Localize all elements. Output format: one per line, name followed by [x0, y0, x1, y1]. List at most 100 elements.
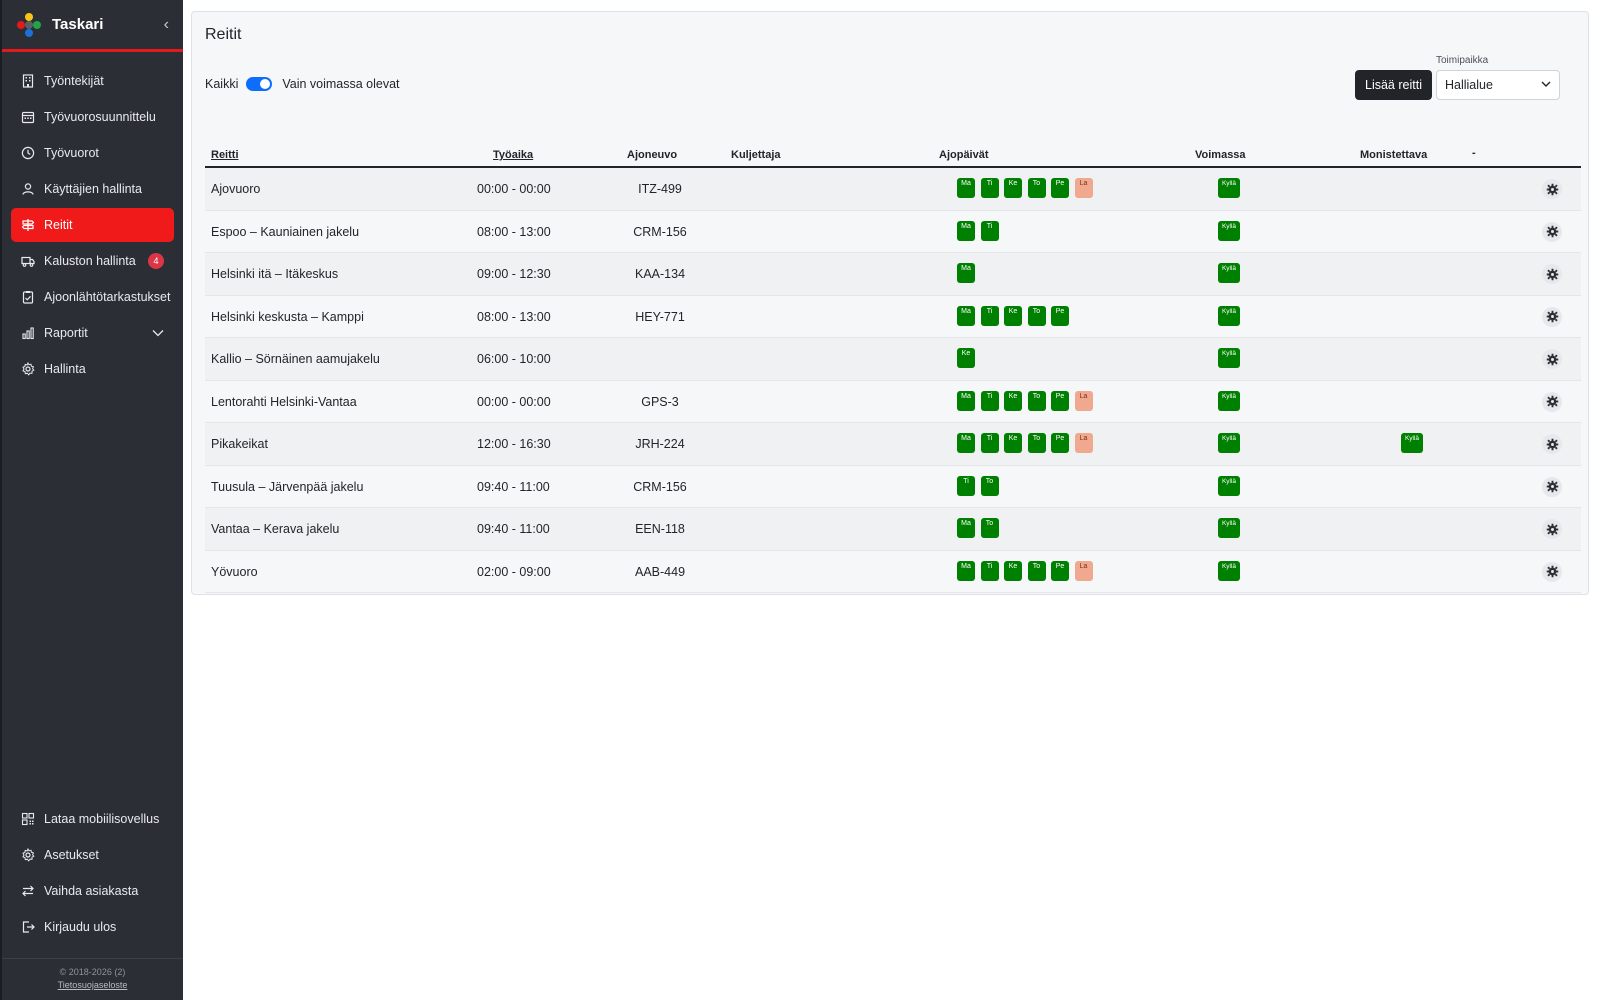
- driving-days: Ma Ti Ke To Pe: [957, 305, 1075, 326]
- route-name: Tuusula – Järvenpää jakelu: [211, 479, 364, 494]
- page-title: Reitit: [205, 26, 242, 43]
- valid-badge: Kyllä: [1218, 518, 1240, 538]
- clock-icon: [21, 146, 35, 160]
- sidebar-item-ajoonlahtotarkastukset[interactable]: Ajoonlähtötarkastukset: [11, 280, 174, 314]
- driving-days: Ma Ti Ke To Pe La: [957, 178, 1098, 198]
- table-row[interactable]: Helsinki itä – Itäkeskus 09:00 - 12:30 KAA…: [205, 253, 1581, 296]
- route-name: Vantaa – Kerava jakelu: [211, 522, 340, 536]
- sidebar-item-label: Reitit: [44, 218, 73, 232]
- day-badge: To: [980, 518, 999, 538]
- vehicle-plate: HEY-771: [635, 309, 685, 324]
- sidebar-item-label: Työntekijät: [44, 74, 104, 88]
- day-badge: Pe: [1051, 433, 1069, 453]
- row-settings-gear-icon[interactable]: [1542, 391, 1562, 412]
- row-settings-gear-icon[interactable]: [1542, 306, 1562, 327]
- valid-badge: Kyllä: [1218, 263, 1240, 283]
- bar-chart-icon: [21, 326, 35, 340]
- validity-toggle[interactable]: [246, 77, 273, 91]
- route-name: Pikakeikat: [211, 437, 268, 451]
- table-row[interactable]: Vantaa – Kerava jakelu 09:40 - 11:00 EEN-1…: [205, 508, 1581, 551]
- sidebar-item-vaihda-asiakasta[interactable]: Vaihda asiakasta: [11, 874, 174, 908]
- truck-icon: [21, 254, 35, 268]
- location-label: Toimipaikka: [1436, 55, 1489, 66]
- sidebar-nav: Työntekijät Työvuorosuunnittelu Työvuorot K…: [2, 52, 183, 386]
- clipboard-check-icon: [21, 290, 35, 304]
- day-badge: Ti: [980, 560, 999, 581]
- sidebar-item-kayttajien-hallinta[interactable]: Käyttäjien hallinta: [11, 172, 174, 206]
- sidebar: Taskari ‹ Työntekijät Työvuorosuunnittelu…: [0, 0, 183, 1000]
- privacy-policy-link[interactable]: Tietosuojaseloste: [2, 980, 183, 990]
- add-route-button[interactable]: Lisää reitti: [1355, 70, 1432, 100]
- day-badge: Ke: [1004, 178, 1022, 198]
- day-badge: Pe: [1051, 305, 1069, 326]
- row-settings-gear-icon[interactable]: [1542, 476, 1562, 497]
- table-row[interactable]: Tuusula – Järvenpää jakelu 09:40 - 11:00 C…: [205, 466, 1581, 508]
- sidebar-item-raportit[interactable]: Raportit: [11, 316, 174, 350]
- sidebar-item-lataa-mobiilisovellus[interactable]: Lataa mobiilisovellus: [11, 802, 174, 836]
- sidebar-footer: © 2018-2026 (2) Tietosuojaseloste: [2, 958, 183, 1000]
- row-settings-gear-icon[interactable]: [1542, 434, 1562, 454]
- collapse-sidebar-icon[interactable]: ‹: [164, 16, 169, 34]
- sidebar-item-kirjaudu-ulos[interactable]: Kirjaudu ulos: [11, 910, 174, 944]
- day-badge: To: [980, 475, 999, 496]
- sidebar-item-label: Kirjaudu ulos: [44, 920, 117, 934]
- table-row[interactable]: Ajovuoro 00:00 - 00:00 ITZ-499 Ma Ti Ke To Pe La…: [205, 168, 1581, 211]
- sidebar-item-asetukset[interactable]: Asetukset: [11, 838, 174, 872]
- row-settings-gear-icon[interactable]: [1542, 349, 1562, 369]
- day-badge: Ma: [957, 305, 975, 326]
- day-badge: To: [1027, 305, 1046, 326]
- sidebar-item-tyontekijat[interactable]: Työntekijät: [11, 64, 174, 98]
- day-badge: La: [1074, 390, 1093, 411]
- signpost-icon: [21, 218, 35, 232]
- sidebar-item-hallinta[interactable]: Hallinta: [11, 352, 174, 386]
- day-badge: Ke: [1004, 433, 1022, 453]
- swap-icon: [21, 884, 35, 898]
- sidebar-item-kaluston-hallinta[interactable]: Kaluston hallinta 4: [11, 244, 174, 278]
- header-time[interactable]: Työaika: [493, 149, 533, 161]
- route-name: Kallio – Sörnäinen aamujakelu: [211, 352, 380, 366]
- table-row[interactable]: Espoo – Kauniainen jakelu 08:00 - 13:00 CR…: [205, 211, 1581, 253]
- row-settings-gear-icon[interactable]: [1542, 179, 1562, 199]
- vehicle-plate: CRM-156: [633, 479, 687, 494]
- sidebar-item-label: Lataa mobiilisovellus: [44, 812, 160, 826]
- route-name: Ajovuoro: [211, 182, 261, 196]
- table-row[interactable]: Lentorahti Helsinki-Vantaa 00:00 - 00:00 G…: [205, 381, 1581, 423]
- work-time: 00:00 - 00:00: [477, 182, 551, 196]
- row-settings-gear-icon[interactable]: [1542, 519, 1562, 539]
- location-select[interactable]: Hallialue: [1436, 70, 1560, 100]
- driving-days: Ma Ti: [957, 220, 1004, 241]
- table-row[interactable]: Pikakeikat 12:00 - 16:30 JRH-224 Ma Ti Ke To Pe…: [205, 423, 1581, 466]
- day-badge: Pe: [1051, 390, 1069, 411]
- row-settings-gear-icon[interactable]: [1542, 264, 1562, 284]
- row-settings-gear-icon[interactable]: [1542, 561, 1562, 582]
- sidebar-item-label: Kaluston hallinta: [44, 254, 136, 268]
- day-badge: Ma: [957, 518, 975, 538]
- row-settings-gear-icon[interactable]: [1542, 221, 1562, 242]
- day-badge: Ti: [980, 390, 999, 411]
- day-badge: Ke: [1004, 560, 1022, 581]
- sidebar-item-reitit[interactable]: Reitit: [11, 208, 174, 242]
- day-badge: Ma: [957, 390, 975, 411]
- filter-valid-only-label: Vain voimassa olevat: [282, 77, 400, 91]
- table-row[interactable]: Helsinki keskusta – Kamppi 08:00 - 13:00 H…: [205, 296, 1581, 338]
- table-row[interactable]: Kallio – Sörnäinen aamujakelu 06:00 - 10:…: [205, 338, 1581, 381]
- driving-days: Ti To: [957, 475, 1004, 496]
- sidebar-item-tyovuorosuunnittelu[interactable]: Työvuorosuunnittelu: [11, 100, 174, 134]
- header-days: Ajopäivät: [939, 149, 989, 161]
- driving-days: Ma Ti Ke To Pe La: [957, 433, 1098, 453]
- table-row[interactable]: Yövuoro 02:00 - 09:00 AAB-449 Ma Ti Ke To Pe La K…: [205, 551, 1581, 593]
- valid-badge: Kyllä: [1218, 305, 1240, 326]
- day-badge: To: [1027, 390, 1046, 411]
- header-valid: Voimassa: [1195, 149, 1246, 161]
- day-badge: Ke: [1004, 305, 1022, 326]
- duplicable-badge: Kyllä: [1401, 433, 1423, 453]
- work-time: 09:00 - 12:30: [477, 267, 551, 281]
- sidebar-item-tyovuorot[interactable]: Työvuorot: [11, 136, 174, 170]
- calendar-icon: [21, 110, 35, 124]
- day-badge: Pe: [1051, 178, 1069, 198]
- header-route[interactable]: Reitti: [211, 149, 239, 161]
- day-badge: Ti: [980, 220, 999, 241]
- copyright-text: © 2018-2026 (2): [59, 967, 126, 977]
- valid-badge: Kyllä: [1218, 390, 1240, 411]
- driving-days: Ma Ti Ke To Pe La: [957, 560, 1098, 581]
